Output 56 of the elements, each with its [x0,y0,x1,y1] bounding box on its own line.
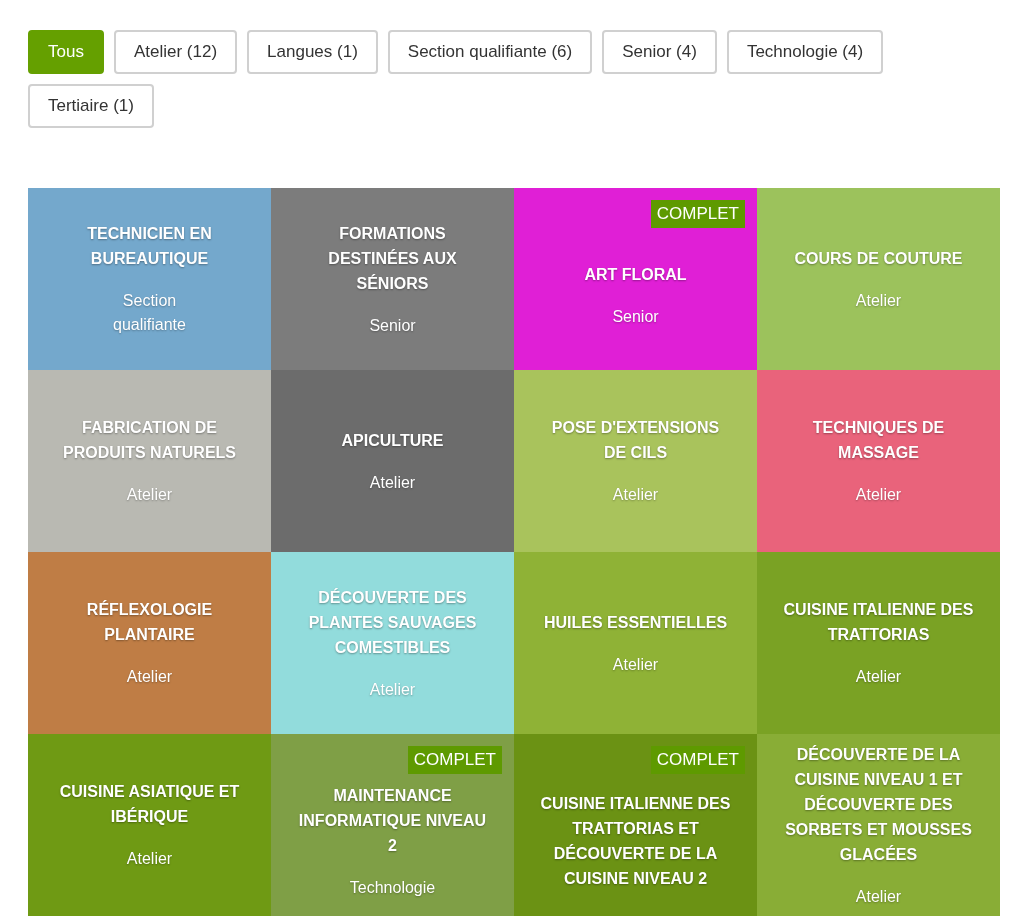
course-category: Atelier [855,485,902,505]
course-title: TECHNIQUES DE MASSAGE [811,418,946,463]
course-tile[interactable]: RÉFLEXOLOGIE PLANTAIRE Atelier [28,552,271,734]
filter-button[interactable]: Senior (4) [602,30,717,74]
course-category: Atelier [855,886,902,907]
course-title: TECHNICIEN EN BUREAUTIQUE [86,224,213,269]
course-tile[interactable]: COMPLET ART FLORAL Senior [514,188,757,370]
course-tile[interactable]: CUISINE ITALIENNE DES TRATTORIAS Atelier [757,552,1000,734]
filter-button[interactable]: Section qualifiante (6) [387,30,593,74]
course-category: Senior [369,315,416,336]
status-label: COMPLET [650,746,745,774]
course-category: Atelier [369,679,416,700]
filter-button[interactable]: Atelier (12) [113,30,238,74]
course-title: DÉCOUVERTE DE LA CUISINE NIVEAU 1 ET DÉCOUVERTE DES SORBETS ET MOUSSES GLACÉES [784,744,973,865]
course-category: Section qualifiante [112,291,187,335]
course-tile[interactable]: HUILES ESSENTIELLES Atelier [514,552,757,734]
course-category: Senior [612,306,659,327]
status-label: COMPLET [407,746,502,774]
course-tile[interactable]: COMPLET CUISINE ITALIENNE DES TRATTORIAS ET DÉCOUVERTE DE LA CUISINE NIVEAU 2 [514,734,757,916]
course-title: CUISINE ITALIENNE DES TRATTORIAS [783,600,974,645]
course-tile[interactable]: TECHNICIEN EN BUREAUTIQUE Section qualifiante [28,188,271,370]
course-title: FABRICATION DE PRODUITS NATURELS [61,418,237,463]
course-tile[interactable]: FABRICATION DE PRODUITS NATURELS Atelier [28,370,271,552]
course-tile[interactable]: POSE D'EXTENSIONS DE CILS Atelier [514,370,757,552]
course-tile[interactable]: DÉCOUVERTE DE LA CUISINE NIVEAU 1 ET DÉCOUVERTE DES SORBETS ET MOUSSES GLACÉES Atelier [757,734,1000,916]
course-title: APICULTURE [341,430,444,451]
course-category: Technologie [349,877,436,898]
course-category: Atelier [855,667,902,687]
course-title: FORMATIONS DESTINÉES AUX SÉNIORS [327,223,458,294]
course-tile[interactable]: COMPLET MAINTENANCE INFORMATIQUE NIVEAU 2 Technologie [271,734,514,916]
course-title: CUISINE ITALIENNE DES TRATTORIAS ET DÉCOUVERTE DE LA CUISINE NIVEAU 2 [540,794,731,889]
course-category: Atelier [612,654,659,675]
course-tile[interactable]: APICULTURE Atelier [271,370,514,552]
course-tile[interactable]: COURS DE COUTURE Atelier [757,188,1000,370]
course-title: POSE D'EXTENSIONS DE CILS [550,418,721,463]
status-label: COMPLET [650,200,745,228]
course-title: MAINTENANCE INFORMATIQUE NIVEAU 2 [297,785,488,856]
course-category: Atelier [126,485,173,505]
course-tile[interactable]: FORMATIONS DESTINÉES AUX SÉNIORS Senior [271,188,514,370]
course-category: Atelier [855,290,902,311]
course-category: Atelier [126,667,173,687]
course-title: COURS DE COUTURE [794,248,963,269]
course-tile[interactable]: CUISINE ASIATIQUE ET IBÉRIQUE Atelier [28,734,271,916]
course-title: DÉCOUVERTE DES PLANTES SAUVAGES COMESTIBLES [307,587,478,658]
course-tile[interactable]: TECHNIQUES DE MASSAGE Atelier [757,370,1000,552]
filter-button[interactable]: Tertiaire (1) [28,84,154,128]
course-category: Atelier [369,472,416,493]
course-category: Atelier [126,849,173,869]
filter-button[interactable]: Technologie (4) [726,30,884,74]
course-title: HUILES ESSENTIELLES [543,612,728,633]
course-title: ART FLORAL [584,264,687,285]
course-category: Atelier [612,485,659,505]
filter-button[interactable]: Langues (1) [247,30,378,74]
course-title: CUISINE ASIATIQUE ET IBÉRIQUE [58,782,241,827]
course-title: RÉFLEXOLOGIE PLANTAIRE [85,599,214,645]
filter-button[interactable]: Tous [28,30,104,74]
